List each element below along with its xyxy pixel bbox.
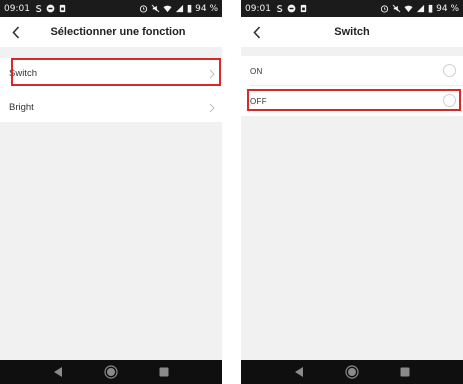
mute-icon [151, 4, 160, 13]
system-nav-bar [0, 360, 222, 384]
radio-button-off[interactable] [443, 94, 456, 107]
mute-icon [392, 4, 401, 13]
list-item-label: Switch [9, 67, 37, 79]
option-on[interactable]: ON [241, 56, 463, 86]
radio-button-on[interactable] [443, 64, 456, 77]
s-notification-icon [275, 4, 284, 13]
battery-percentage: 94 % [195, 3, 218, 14]
function-list: Switch Bright [0, 58, 222, 122]
list-item-switch[interactable]: Switch [0, 58, 222, 88]
status-time: 09:01 [4, 3, 30, 14]
nav-back-icon[interactable] [292, 365, 306, 379]
chevron-right-icon [208, 101, 216, 113]
lock-notification-icon [299, 4, 308, 13]
phone-screen-switch: 09:01 94 % Switch ON OFF [241, 0, 463, 384]
nav-home-icon[interactable] [345, 365, 359, 379]
list-item-label: Bright [9, 101, 34, 113]
status-bar: 09:01 94 % [0, 0, 222, 17]
signal-icon [175, 4, 184, 13]
option-list: ON OFF [241, 56, 463, 116]
chat-notification-icon [46, 4, 55, 13]
header-bar: Sélectionner une fonction [0, 17, 222, 47]
nav-back-icon[interactable] [51, 365, 65, 379]
header-bar: Switch [241, 17, 463, 47]
option-label: OFF [250, 96, 267, 106]
page-title: Sélectionner une fonction [50, 26, 186, 38]
phone-screen-select-function: 09:01 94 % Sélectionner une fonction Swi… [0, 0, 222, 384]
status-bar: 09:01 94 % [241, 0, 463, 17]
nav-home-icon[interactable] [104, 365, 118, 379]
chat-notification-icon [287, 4, 296, 13]
nav-recents-icon[interactable] [398, 365, 412, 379]
signal-icon [416, 4, 425, 13]
option-label: ON [250, 66, 263, 76]
lock-notification-icon [58, 4, 67, 13]
wifi-icon [404, 4, 413, 13]
back-arrow-icon[interactable] [8, 23, 24, 41]
status-time: 09:01 [245, 3, 271, 14]
battery-percentage: 94 % [436, 3, 459, 14]
chevron-right-icon [208, 67, 216, 79]
wifi-icon [163, 4, 172, 13]
battery-icon [428, 4, 433, 13]
battery-icon [187, 4, 192, 13]
back-arrow-icon[interactable] [249, 23, 265, 41]
s-notification-icon [34, 4, 43, 13]
option-off[interactable]: OFF [241, 86, 463, 116]
page-title: Switch [334, 26, 370, 38]
alarm-icon [139, 4, 148, 13]
nav-recents-icon[interactable] [157, 365, 171, 379]
list-item-bright[interactable]: Bright [0, 92, 222, 122]
alarm-icon [380, 4, 389, 13]
system-nav-bar [241, 360, 463, 384]
